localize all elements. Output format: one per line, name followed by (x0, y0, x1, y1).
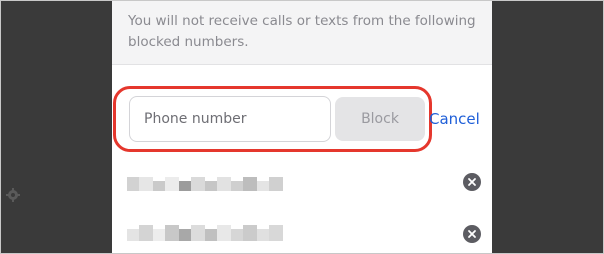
cancel-link[interactable]: Cancel (429, 109, 480, 129)
close-circle-icon (468, 230, 476, 238)
close-circle-icon (468, 178, 476, 186)
block-button[interactable]: Block (335, 97, 425, 141)
info-banner: You will not receive calls or texts from… (112, 1, 492, 65)
info-text: You will not receive calls or texts from… (128, 13, 476, 50)
phone-number-input[interactable] (129, 96, 331, 142)
screenshot-frame: You will not receive calls or texts from… (0, 0, 604, 254)
blocked-number-row (112, 171, 492, 201)
remove-number-button[interactable] (463, 173, 481, 191)
gear-icon (5, 187, 21, 203)
redacted-number (127, 171, 287, 201)
blocked-number-row (112, 221, 492, 251)
redacted-number (127, 221, 287, 251)
remove-number-button[interactable] (463, 225, 481, 243)
